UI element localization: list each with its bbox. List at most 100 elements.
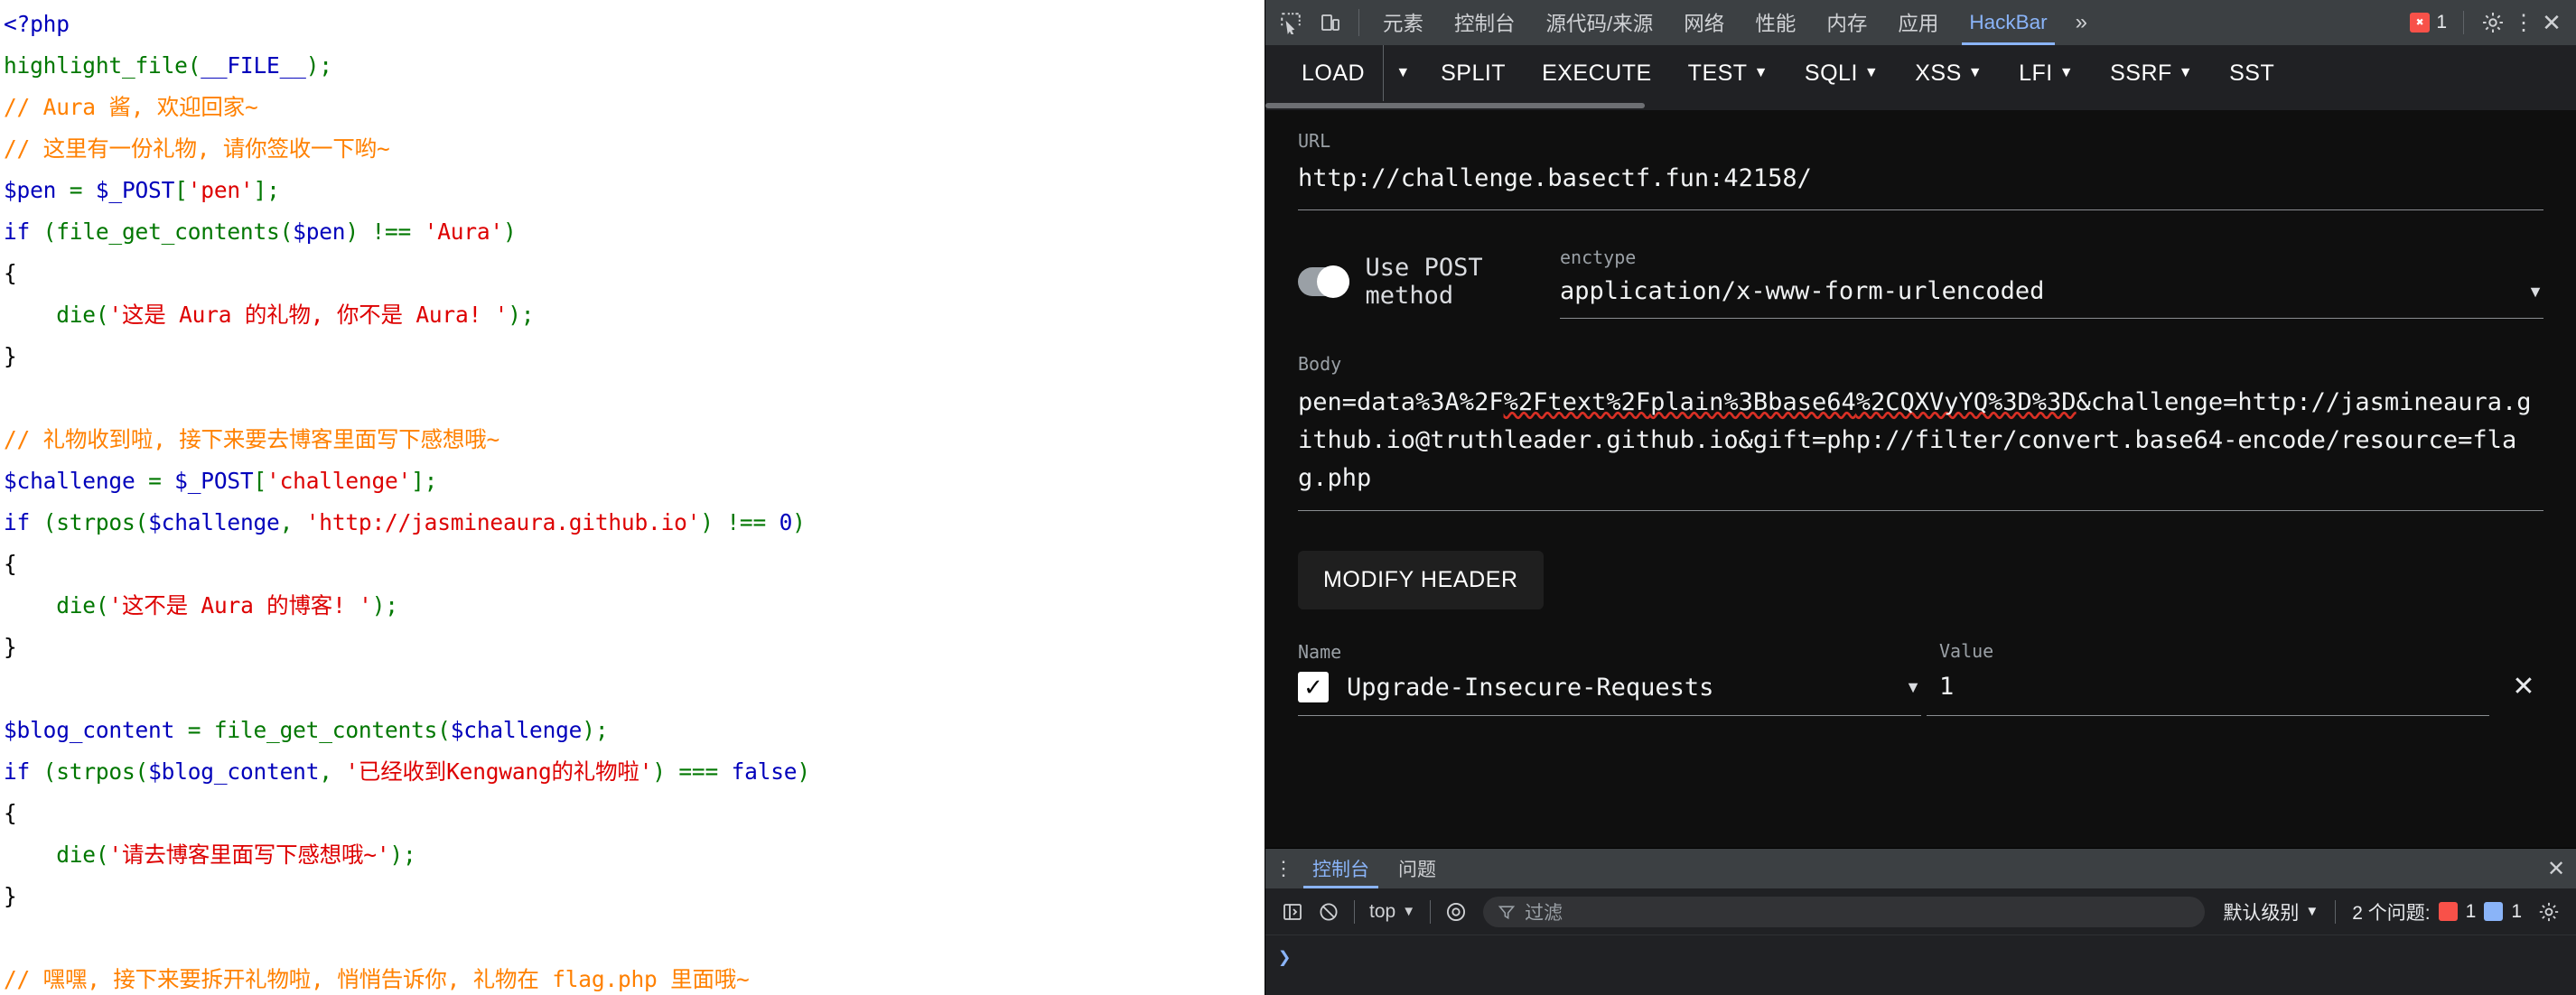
hackbar-load-button[interactable]: LOAD	[1283, 45, 1383, 101]
hackbar-toolbar-scrollbar[interactable]	[1265, 101, 2576, 110]
hackbar-execute-button[interactable]: EXECUTE	[1524, 45, 1670, 101]
code-token: // 礼物收到啦, 接下来要去博客里面写下感想哦~	[4, 426, 499, 452]
chevron-down-icon: ▼	[1864, 66, 1879, 80]
button-label: SPLIT	[1441, 60, 1506, 87]
hackbar-form: URL http://challenge.basectf.fun:42158/ …	[1265, 110, 2576, 848]
url-input[interactable]: http://challenge.basectf.fun:42158/	[1298, 161, 2543, 197]
button-label: EXECUTE	[1542, 60, 1652, 87]
console-context-selector[interactable]: top ▼	[1362, 901, 1423, 923]
toggle-knob	[1317, 265, 1349, 298]
error-badge[interactable]: ✖ 1	[2410, 12, 2447, 33]
drawer-tab-0[interactable]: 控制台	[1298, 849, 1384, 888]
modify-header-button[interactable]: MODIFY HEADER	[1298, 551, 1544, 609]
code-token: )	[792, 509, 806, 535]
hackbar-xss-button[interactable]: XSS▼	[1897, 45, 2001, 101]
url-label: URL	[1298, 130, 2543, 152]
error-count: 1	[2436, 12, 2447, 33]
tab-label: 元素	[1383, 8, 1423, 37]
inspect-element-icon[interactable]	[1271, 0, 1311, 45]
more-tabs-icon[interactable]: »	[2063, 0, 2100, 45]
console-sidebar-icon[interactable]	[1274, 901, 1311, 923]
code-token: 'pen'	[188, 177, 254, 203]
tab-label: 控制台	[1454, 8, 1516, 37]
settings-gear-icon[interactable]	[2531, 900, 2567, 924]
drawer-tab-1[interactable]: 问题	[1384, 849, 1451, 888]
chevron-down-icon: ▼	[2179, 66, 2193, 80]
code-token: {	[4, 551, 17, 577]
hackbar-test-button[interactable]: TEST▼	[1670, 45, 1787, 101]
console-filter-input[interactable]: 过滤	[1483, 897, 2205, 927]
remove-header-icon[interactable]: ✕	[2504, 671, 2543, 702]
console-drawer: ⋮ 控制台问题 ✕ top	[1265, 848, 2576, 995]
code-token: ;	[319, 52, 332, 79]
code-token: ===	[678, 758, 718, 785]
chevron-down-icon: ▼	[1968, 66, 1983, 80]
console-level-selector[interactable]: 默认级别 ▼	[2214, 898, 2328, 925]
filter-placeholder: 过滤	[1525, 898, 1563, 925]
chevron-down-icon: ▼	[1402, 904, 1415, 919]
hackbar-sqli-button[interactable]: SQLI ▼	[1787, 45, 1897, 101]
more-options-icon[interactable]: ⋮	[2511, 10, 2536, 36]
issues-summary[interactable]: 2 个问题: 1 1	[2343, 898, 2531, 925]
scrollbar-thumb[interactable]	[1265, 103, 1645, 108]
enctype-select[interactable]: application/x-www-form-urlencoded ▼	[1560, 277, 2543, 305]
code-token: )	[582, 717, 595, 743]
code-token: }	[4, 634, 17, 660]
hackbar-toolbar: LOAD▼SPLITEXECUTETEST▼SQLI▼XSS▼LFI▼SSRF▼…	[1265, 45, 2576, 101]
hackbar-ssrf-button[interactable]: SSRF▼	[2092, 45, 2211, 101]
close-drawer-icon[interactable]: ✕	[2536, 849, 2576, 888]
code-token	[766, 509, 779, 535]
hackbar-split-button[interactable]: SPLIT	[1423, 45, 1524, 101]
code-token: !==	[726, 509, 766, 535]
browser-page-content: <?phphighlight_file(__FILE__);// Aura 酱,…	[0, 0, 1265, 995]
live-expression-icon[interactable]	[1438, 900, 1474, 924]
header-enabled-checkbox[interactable]: ✓	[1298, 672, 1329, 702]
hackbar-load-dropdown-icon[interactable]: ▼	[1383, 45, 1423, 101]
tab-item-0[interactable]: 元素	[1367, 0, 1439, 45]
use-post-method-toggle[interactable]: Use POST method	[1298, 254, 1560, 319]
tab-item-4[interactable]: 性能	[1740, 0, 1811, 45]
code-token: '已经收到Kengwang的礼物啦'	[345, 758, 652, 785]
tab-item-1[interactable]: 控制台	[1439, 0, 1531, 45]
button-label: LOAD	[1302, 60, 1365, 87]
toolbar-divider-3	[2335, 900, 2336, 924]
close-devtools-icon[interactable]: ✕	[2536, 9, 2567, 37]
header-value-input[interactable]: 1	[1939, 673, 2504, 701]
code-line: <?php	[4, 4, 1265, 45]
code-token: $_POST	[174, 468, 253, 494]
drawer-more-options-icon[interactable]: ⋮	[1269, 849, 1298, 888]
gear-icon[interactable]	[2475, 10, 2511, 35]
tab-label: 性能	[1755, 8, 1796, 37]
header-name-input[interactable]: Upgrade-Insecure-Requests	[1347, 674, 1887, 702]
chevron-down-icon: ▼	[2527, 283, 2543, 305]
button-label: SQLI	[1805, 60, 1858, 87]
drawer-tabbar: ⋮ 控制台问题 ✕	[1265, 849, 2576, 888]
code-token: (	[30, 758, 56, 785]
enctype-underline	[1560, 318, 2543, 319]
code-token: die	[4, 592, 96, 618]
drawer-tab-label: 控制台	[1312, 855, 1369, 882]
filter-icon	[1498, 903, 1516, 921]
tab-item-3[interactable]: 网络	[1668, 0, 1740, 45]
console-toolbar: top ▼ 过滤	[1265, 888, 2576, 935]
clear-console-icon[interactable]	[1311, 901, 1347, 923]
body-textarea[interactable]: pen=data%3A%2F%2Ftext%2Fplain%3Bbase64%2…	[1298, 384, 2543, 498]
tab-item-2[interactable]: 源代码/来源	[1531, 0, 1669, 45]
code-token: die	[4, 302, 96, 328]
chevron-down-icon[interactable]: ▼	[1905, 678, 1921, 697]
console-output[interactable]: ❯	[1265, 935, 2576, 995]
code-line: $pen = $_POST['pen'];	[4, 170, 1265, 211]
tab-item-5[interactable]: 内存	[1811, 0, 1882, 45]
header-name-underline	[1298, 715, 1921, 716]
code-token: (	[188, 52, 201, 79]
hackbar-lfi-button[interactable]: LFI▼	[2001, 45, 2092, 101]
code-token: =	[174, 717, 214, 743]
tab-hackbar[interactable]: HackBar	[1954, 0, 2062, 45]
device-toolbar-icon[interactable]	[1311, 0, 1350, 45]
code-token	[718, 758, 732, 785]
code-line: // 这里有一份礼物, 请你签收一下哟~	[4, 128, 1265, 170]
enctype-value: application/x-www-form-urlencoded	[1560, 277, 2527, 305]
tab-item-6[interactable]: 应用	[1882, 0, 1954, 45]
code-line: {	[4, 544, 1265, 585]
hackbar-sst-button[interactable]: SST	[2211, 45, 2292, 101]
